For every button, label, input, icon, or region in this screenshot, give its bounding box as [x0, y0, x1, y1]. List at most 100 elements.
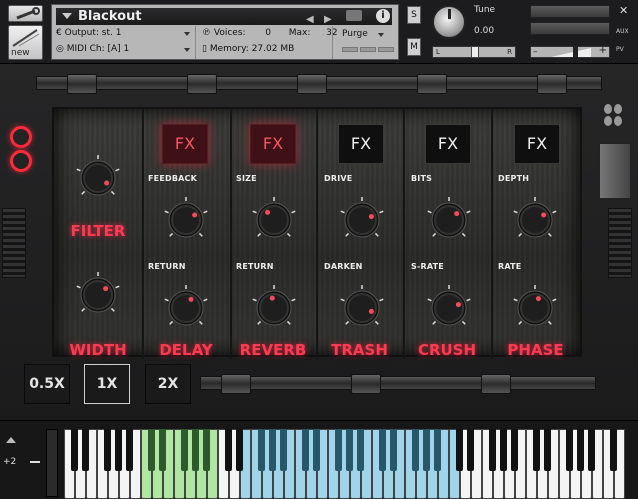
octave-up-icon[interactable]	[6, 437, 16, 443]
reverb-fx-toggle[interactable]: FX	[250, 124, 296, 164]
new-label: new	[11, 48, 30, 58]
effects-panel: FILTER WIDTH FX FEEDBACK RETURN DELAY FX…	[52, 107, 582, 359]
black-key[interactable]	[203, 429, 210, 471]
trash-fx-toggle[interactable]: FX	[338, 124, 384, 164]
size-knob[interactable]	[250, 196, 298, 244]
reverb-return-knob[interactable]	[250, 284, 298, 332]
delay-return-knob[interactable]	[162, 284, 210, 332]
feedback-knob[interactable]	[162, 196, 210, 244]
speed-1x-button[interactable]: 1X	[84, 364, 130, 404]
purge-option-button[interactable]	[360, 47, 376, 52]
depth-label: DEPTH	[498, 174, 530, 183]
black-key[interactable]	[258, 429, 265, 471]
collapse-triangle-icon[interactable]	[62, 13, 72, 19]
instrument-title-bar[interactable]: Blackout ◀ ▶ i	[56, 8, 392, 25]
black-key[interactable]	[577, 429, 584, 471]
black-key[interactable]	[500, 429, 507, 471]
black-key[interactable]	[126, 429, 133, 471]
close-icon[interactable]: ✕	[619, 4, 628, 17]
midi-row[interactable]: ◎ MIDI Ch: [A] 1	[56, 43, 129, 56]
black-key[interactable]	[467, 429, 474, 471]
new-button[interactable]: new	[8, 25, 43, 60]
prev-instrument-icon[interactable]: ◀	[306, 11, 314, 28]
black-key[interactable]	[610, 429, 617, 471]
column-divider	[316, 109, 318, 359]
black-key[interactable]	[280, 429, 287, 471]
black-key[interactable]	[390, 429, 397, 471]
tune-knob[interactable]	[432, 5, 466, 39]
darken-knob[interactable]	[338, 284, 386, 332]
solo-button[interactable]: S	[407, 6, 421, 24]
pan-slider[interactable]: L R	[432, 46, 516, 58]
output-label: Output:	[64, 28, 99, 38]
pv-label[interactable]: PV	[616, 46, 624, 53]
pitch-wheel[interactable]	[46, 429, 58, 497]
volume-handle[interactable]	[573, 46, 578, 58]
camera-icon[interactable]	[346, 10, 362, 21]
black-key[interactable]	[313, 429, 320, 471]
aux-label[interactable]: AUX	[616, 28, 629, 35]
info-icon[interactable]: i	[376, 9, 390, 23]
next-instrument-icon[interactable]: ▶	[324, 11, 332, 28]
pipe-joint	[297, 74, 327, 94]
decor-pipe-top	[36, 74, 602, 94]
output-dropdown-icon[interactable]	[184, 32, 190, 36]
black-key[interactable]	[357, 429, 364, 471]
s-rate-label: S-RATE	[411, 262, 444, 271]
black-key[interactable]	[302, 429, 309, 471]
memory-label: Memory:	[209, 44, 249, 54]
black-key[interactable]	[192, 429, 199, 471]
black-key[interactable]	[412, 429, 419, 471]
width-knob[interactable]	[74, 271, 122, 319]
black-key[interactable]	[181, 429, 188, 471]
black-key[interactable]	[511, 429, 518, 471]
tune-label: Tune	[474, 5, 496, 15]
black-key[interactable]	[115, 429, 122, 471]
volume-slider[interactable]: – +	[530, 45, 610, 58]
piano-keyboard[interactable]	[64, 429, 634, 499]
pan-handle[interactable]	[471, 46, 479, 58]
output-row[interactable]: € Output: st. 1	[56, 27, 121, 40]
drive-knob[interactable]	[338, 196, 386, 244]
black-key[interactable]	[335, 429, 342, 471]
black-key[interactable]	[489, 429, 496, 471]
black-key[interactable]	[269, 429, 276, 471]
s-rate-knob[interactable]	[425, 284, 473, 332]
black-key[interactable]	[423, 429, 430, 471]
bits-knob[interactable]	[425, 196, 473, 244]
black-key[interactable]	[225, 429, 232, 471]
rate-knob[interactable]	[511, 284, 559, 332]
black-key[interactable]	[533, 429, 540, 471]
purge-dropdown-icon[interactable]	[378, 33, 384, 37]
midi-dropdown-icon[interactable]	[184, 48, 190, 52]
phase-fx-toggle[interactable]: FX	[514, 124, 560, 164]
black-key[interactable]	[148, 429, 155, 471]
black-key[interactable]	[104, 429, 111, 471]
black-key[interactable]	[346, 429, 353, 471]
black-key[interactable]	[456, 429, 463, 471]
black-key[interactable]	[544, 429, 551, 471]
filter-knob[interactable]	[74, 154, 122, 202]
speed-0.5x-button[interactable]: 0.5X	[24, 364, 70, 404]
delay-fx-toggle[interactable]: FX	[162, 124, 208, 164]
black-key[interactable]	[379, 429, 386, 471]
purge-option-button[interactable]	[342, 47, 358, 52]
crush-fx-toggle[interactable]: FX	[425, 124, 471, 164]
black-key[interactable]	[434, 429, 441, 471]
black-key[interactable]	[236, 429, 243, 471]
right-grill-decor	[608, 208, 632, 278]
depth-knob[interactable]	[511, 196, 559, 244]
black-key[interactable]	[159, 429, 166, 471]
tune-value[interactable]: 0.00	[474, 26, 494, 36]
speed-2x-button[interactable]: 2X	[145, 364, 191, 404]
voices-label: Voices:	[213, 28, 246, 38]
purge-control[interactable]: Purge	[334, 26, 394, 58]
black-key[interactable]	[82, 429, 89, 471]
black-key[interactable]	[588, 429, 595, 471]
wrench-button[interactable]	[8, 5, 43, 22]
black-key[interactable]	[71, 429, 78, 471]
black-key[interactable]	[566, 429, 573, 471]
octave-down-icon[interactable]	[30, 461, 40, 463]
mute-button[interactable]: M	[407, 38, 421, 56]
purge-option-button[interactable]	[378, 47, 394, 52]
